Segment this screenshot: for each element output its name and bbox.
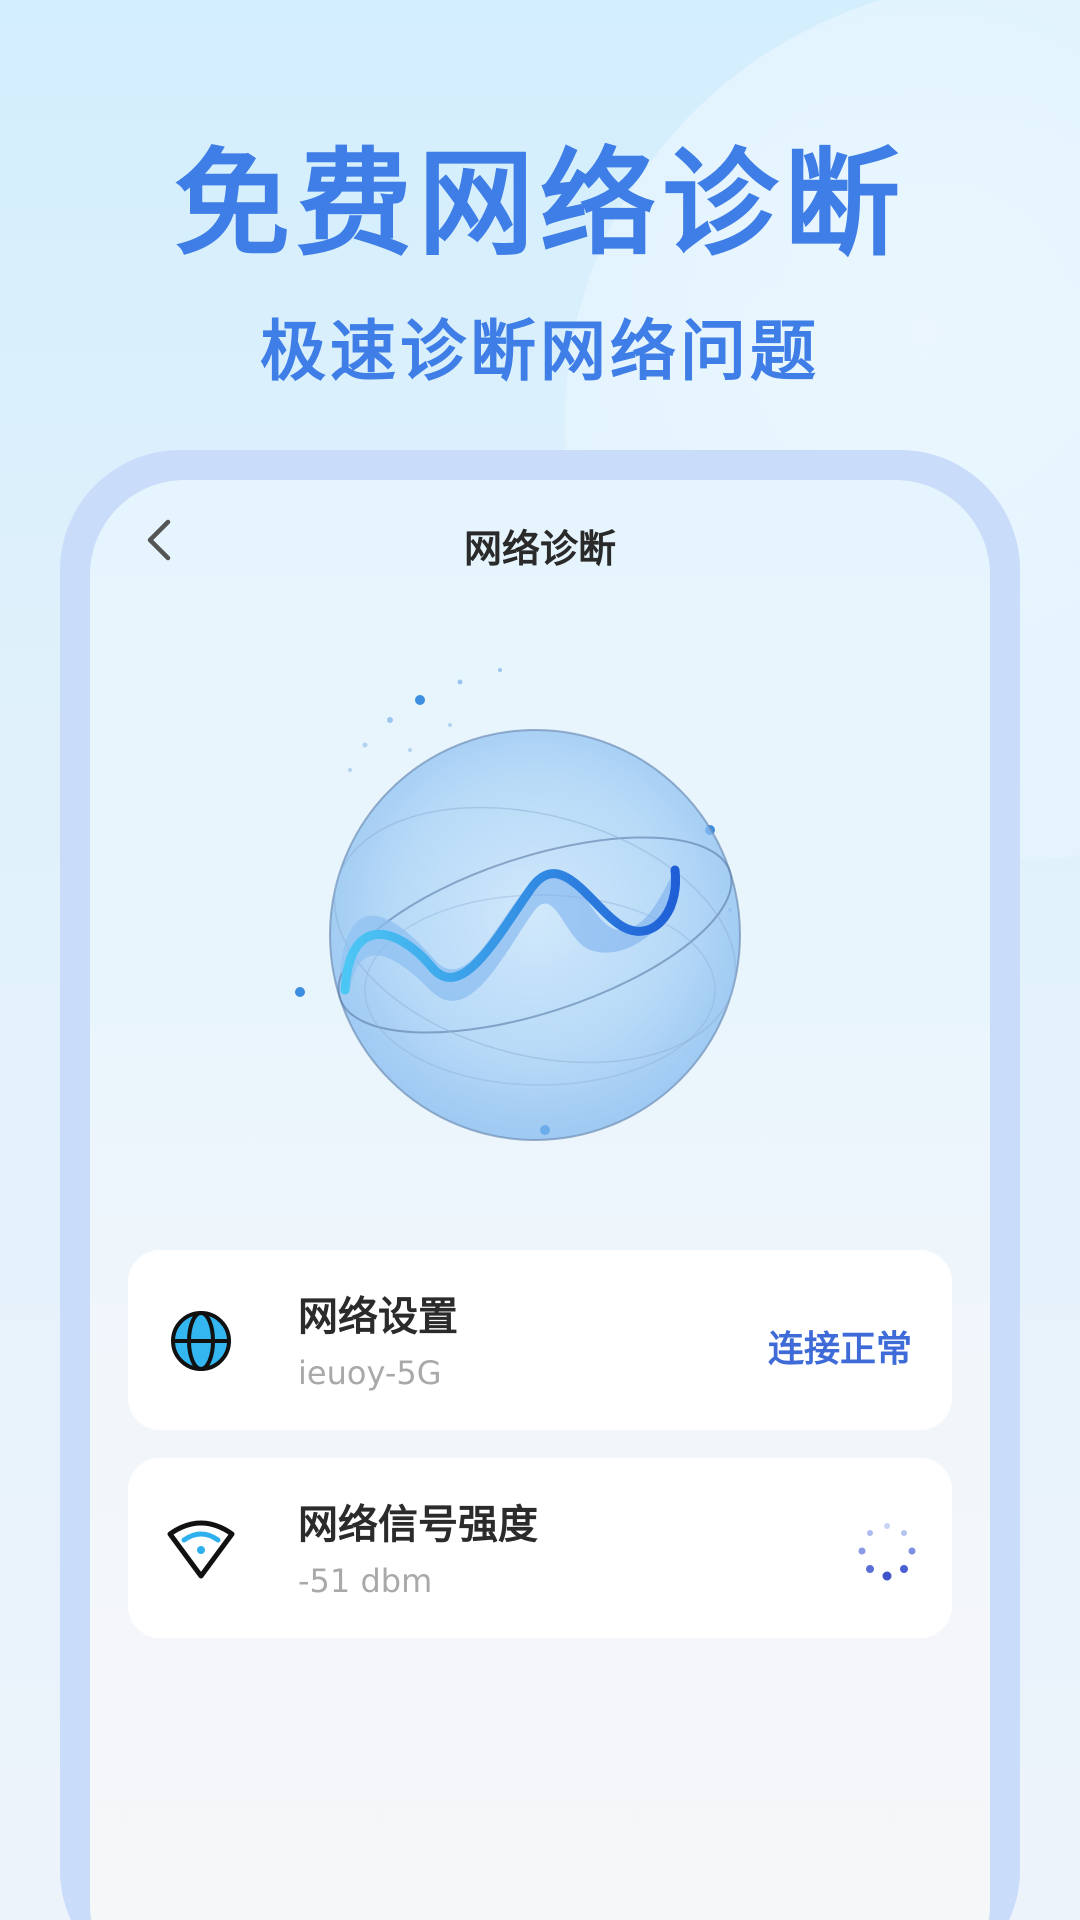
nav-bar: 网络诊断 — [90, 480, 990, 600]
phone-screen: 网络诊断 网络设置 ieuoy-5G 连接正常 网络信号强度 -51 dbm — [90, 480, 990, 1920]
wifi-name: ieuoy-5G — [298, 1354, 442, 1392]
card-title: 网络设置 — [298, 1294, 458, 1340]
connection-status: 连接正常 — [767, 1329, 912, 1370]
hero-title: 免费网络诊断 — [174, 137, 906, 272]
signal-value: -51 dbm — [298, 1562, 433, 1600]
wifi-signal-icon — [167, 1520, 235, 1579]
hero-subtitle: 极速诊断网络问题 — [260, 313, 820, 390]
card-title: 网络信号强度 — [298, 1502, 538, 1548]
page: 免费网络诊断 极速诊断网络问题 网络诊断 网络设置 ieuoy-5G 连接正常 … — [0, 0, 1080, 1920]
network-settings-card[interactable]: 网络设置 ieuoy-5G 连接正常 — [128, 1250, 952, 1430]
sphere-wave-illustration — [295, 668, 741, 1141]
globe-icon — [171, 1311, 231, 1371]
loading-spinner-icon — [858, 1523, 916, 1581]
page-title: 网络诊断 — [463, 527, 616, 571]
signal-strength-card[interactable]: 网络信号强度 -51 dbm — [128, 1458, 952, 1638]
